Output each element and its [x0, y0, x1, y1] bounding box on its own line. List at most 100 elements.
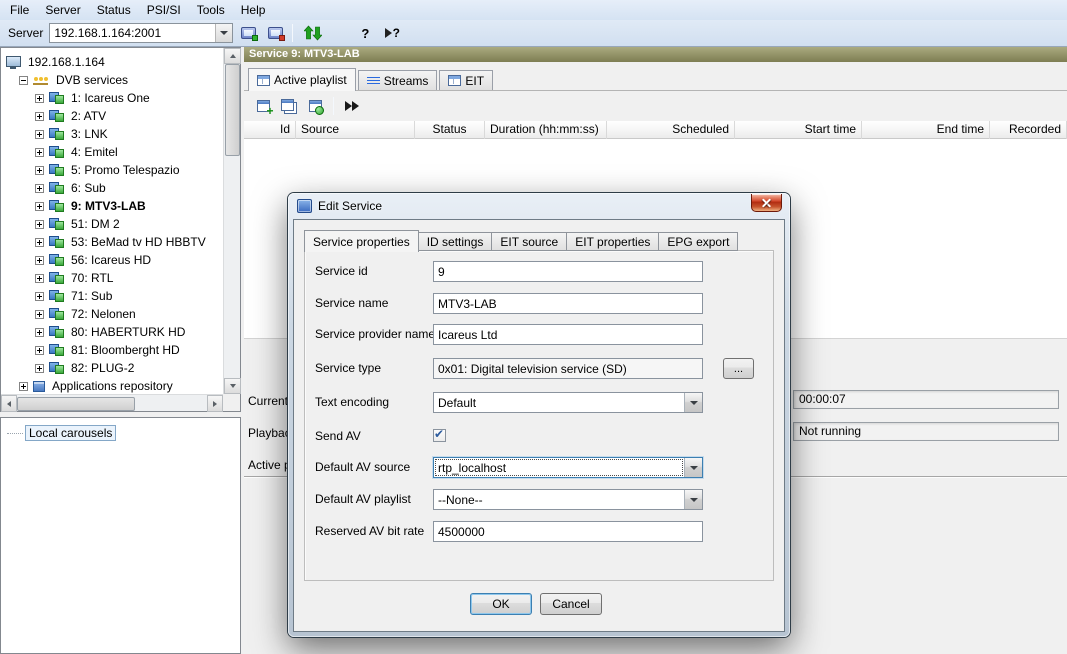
- vertical-scrollbar-thumb[interactable]: [225, 64, 240, 156]
- tree-item-service[interactable]: 4: Emitel: [1, 143, 223, 161]
- chevron-down-icon[interactable]: [684, 458, 702, 477]
- tree-item-service[interactable]: 2: ATV: [1, 107, 223, 125]
- tree-item-service[interactable]: 6: Sub: [1, 179, 223, 197]
- send-av-checkbox[interactable]: [433, 427, 446, 442]
- help-button[interactable]: ?: [353, 22, 377, 45]
- menu-tools[interactable]: Tools: [189, 1, 233, 19]
- tab-service-properties[interactable]: Service properties: [304, 230, 419, 252]
- cancel-button[interactable]: Cancel: [540, 593, 602, 615]
- menu-server[interactable]: Server: [37, 1, 88, 19]
- service-type-input[interactable]: [433, 358, 703, 379]
- ok-button[interactable]: OK: [470, 593, 532, 615]
- expand-icon[interactable]: [35, 111, 44, 121]
- default-av-source-select[interactable]: rtp_localhost: [433, 457, 703, 478]
- tab-eit-source[interactable]: EIT source: [492, 232, 568, 251]
- dialog-titlebar[interactable]: Edit Service: [288, 193, 790, 219]
- horizontal-scrollbar-thumb[interactable]: [17, 397, 135, 411]
- column-header-end-time[interactable]: End time: [862, 121, 990, 139]
- service-name-input[interactable]: [433, 293, 703, 314]
- expand-icon[interactable]: [35, 291, 44, 301]
- context-help-button[interactable]: [380, 22, 404, 45]
- chevron-down-icon[interactable]: [684, 393, 702, 412]
- browse-service-type-button[interactable]: ...: [723, 358, 754, 379]
- tab-eit-properties[interactable]: EIT properties: [567, 232, 660, 251]
- tree-item-service[interactable]: 3: LNK: [1, 125, 223, 143]
- tree-item-service[interactable]: 70: RTL: [1, 269, 223, 287]
- scroll-left-button[interactable]: [1, 395, 17, 412]
- tab-streams[interactable]: Streams: [357, 70, 438, 90]
- expand-icon[interactable]: [35, 93, 44, 103]
- column-header-scheduled[interactable]: Scheduled: [607, 121, 735, 139]
- tab-eit[interactable]: EIT: [439, 70, 494, 90]
- expand-icon[interactable]: [35, 327, 44, 337]
- menu-psi-si[interactable]: PSI/SI: [139, 1, 189, 19]
- expand-icon[interactable]: [35, 183, 44, 193]
- expand-icon[interactable]: [35, 363, 44, 373]
- add-stream-entry-button[interactable]: [302, 94, 328, 118]
- text-encoding-select[interactable]: Default: [433, 392, 703, 413]
- server-address-combobox[interactable]: 192.168.1.164:2001: [49, 23, 234, 43]
- expand-icon[interactable]: [35, 147, 44, 157]
- tree-vertical-scrollbar[interactable]: [223, 48, 241, 394]
- tree-item-service[interactable]: 71: Sub: [1, 287, 223, 305]
- menu-status[interactable]: Status: [89, 1, 139, 19]
- expand-icon[interactable]: [35, 255, 44, 265]
- tree-item-service[interactable]: 81: Bloomberght HD: [1, 341, 223, 359]
- close-button[interactable]: [751, 194, 782, 212]
- column-header-id[interactable]: Id: [244, 121, 296, 139]
- tree-item-applications-repository[interactable]: Applications repository: [1, 377, 223, 395]
- service-id-input[interactable]: [433, 261, 703, 282]
- add-playlist-entry-button[interactable]: [250, 94, 276, 118]
- scroll-right-button[interactable]: [207, 395, 223, 412]
- column-header-source[interactable]: Source: [296, 121, 415, 139]
- scroll-down-button[interactable]: [224, 378, 241, 394]
- toolbar-separator: [292, 24, 294, 42]
- tree-item-service[interactable]: 1: Icareus One: [1, 89, 223, 107]
- column-header-duration[interactable]: Duration (hh:mm:ss): [485, 121, 607, 139]
- expand-icon[interactable]: [35, 273, 44, 283]
- tab-active-playlist[interactable]: Active playlist: [248, 68, 356, 91]
- tab-id-settings[interactable]: ID settings: [418, 232, 493, 251]
- field-label: Default AV playlist: [315, 492, 411, 506]
- skip-to-next-button[interactable]: [339, 94, 365, 118]
- expand-icon[interactable]: [35, 201, 44, 211]
- tree-item-service[interactable]: 82: PLUG-2: [1, 359, 223, 377]
- chevron-down-icon[interactable]: [684, 490, 702, 509]
- menu-file[interactable]: File: [2, 1, 37, 19]
- tree-item-service[interactable]: 72: Nelonen: [1, 305, 223, 323]
- expand-icon[interactable]: [35, 219, 44, 229]
- expand-icon[interactable]: [35, 129, 44, 139]
- connect-button[interactable]: [236, 22, 260, 45]
- disconnect-button[interactable]: [263, 22, 287, 45]
- column-header-start-time[interactable]: Start time: [735, 121, 862, 139]
- tree-item-service[interactable]: 56: Icareus HD: [1, 251, 223, 269]
- menu-help[interactable]: Help: [233, 1, 274, 19]
- reserved-av-bit-rate-input[interactable]: [433, 521, 703, 542]
- scroll-up-button[interactable]: [224, 48, 241, 64]
- tree-item-service[interactable]: 53: BeMad tv HD HBBTV: [1, 233, 223, 251]
- default-av-playlist-select[interactable]: --None--: [433, 489, 703, 510]
- tree-item-dvb-services[interactable]: DVB services: [1, 71, 223, 89]
- expand-icon[interactable]: [19, 381, 28, 391]
- service-icon: [49, 326, 64, 338]
- expand-icon[interactable]: [35, 309, 44, 319]
- expand-icon[interactable]: [35, 237, 44, 247]
- tree-item-server-root[interactable]: 192.168.1.164: [1, 53, 223, 71]
- column-header-recorded[interactable]: Recorded: [990, 121, 1067, 139]
- tree-item-service[interactable]: 80: HABERTURK HD: [1, 323, 223, 341]
- expand-icon[interactable]: [35, 345, 44, 355]
- column-header-status[interactable]: Status: [415, 121, 485, 139]
- chevron-down-icon[interactable]: [215, 24, 233, 42]
- provider-name-input[interactable]: [433, 324, 703, 345]
- expand-icon[interactable]: [35, 165, 44, 175]
- active-playlist-label: Active p: [248, 458, 291, 472]
- tree-item-service-selected[interactable]: 9: MTV3-LAB: [1, 197, 223, 215]
- tab-epg-export[interactable]: EPG export: [659, 232, 739, 251]
- add-multiple-entries-button[interactable]: [276, 94, 302, 118]
- tree-horizontal-scrollbar[interactable]: [1, 394, 223, 412]
- tree-item-service[interactable]: 5: Promo Telespazio: [1, 161, 223, 179]
- tree-item-local-carousels[interactable]: Local carousels: [7, 425, 117, 441]
- collapse-icon[interactable]: [19, 75, 28, 85]
- refresh-button[interactable]: [301, 22, 325, 45]
- tree-item-service[interactable]: 51: DM 2: [1, 215, 223, 233]
